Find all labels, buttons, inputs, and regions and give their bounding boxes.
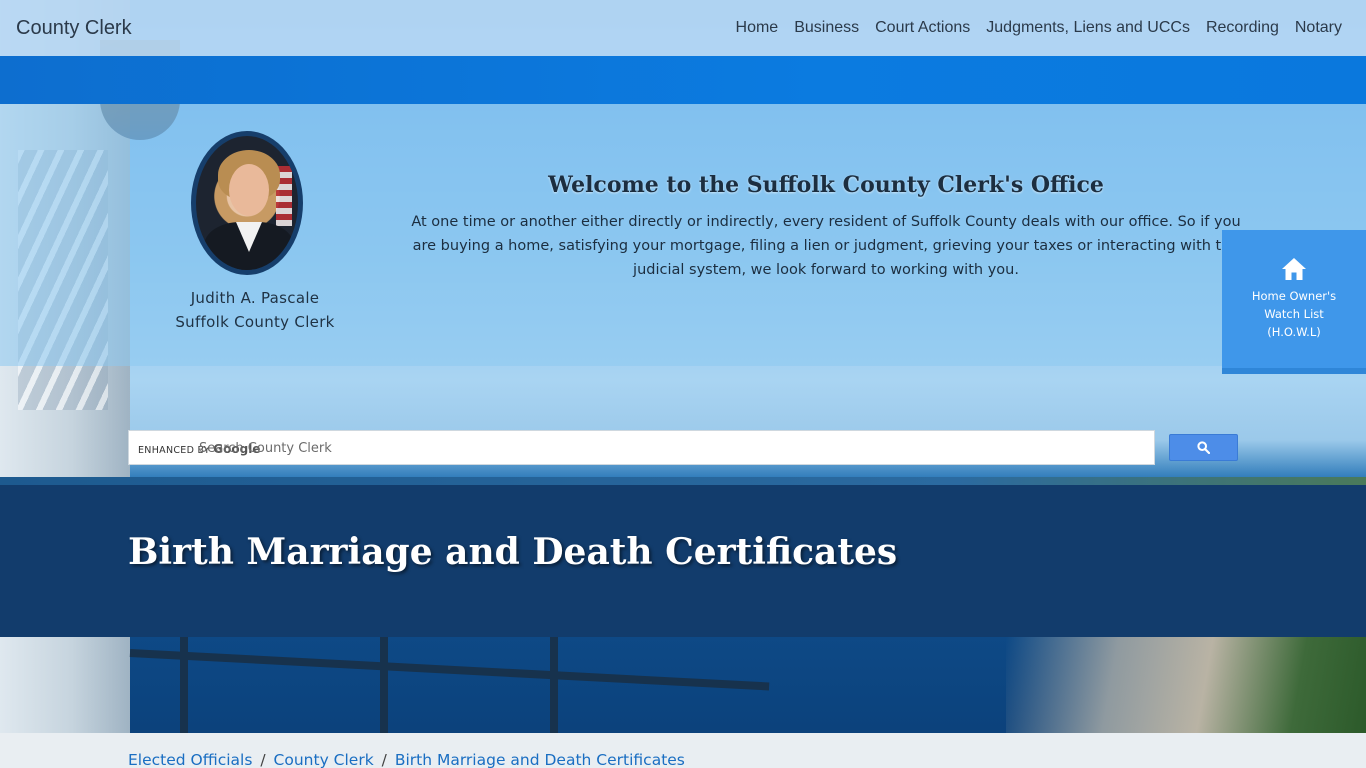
header-band bbox=[0, 56, 1366, 104]
howl-line-2: Watch List bbox=[1264, 307, 1324, 321]
breadcrumb-separator: / bbox=[260, 751, 266, 768]
welcome-title: Welcome to the Suffolk County Clerk's Of… bbox=[548, 172, 1104, 198]
welcome-text: At one time or another either directly o… bbox=[411, 214, 1241, 278]
page-title: Birth Marriage and Death Certificates bbox=[128, 531, 898, 573]
search-input[interactable] bbox=[199, 437, 1139, 459]
page-title-band: Birth Marriage and Death Certificates bbox=[0, 485, 1366, 637]
home-icon bbox=[1282, 258, 1306, 280]
top-navbar: County Clerk Home Business Court Actions… bbox=[0, 0, 1366, 56]
nav-item-recording[interactable]: Recording bbox=[1206, 19, 1279, 37]
breadcrumb-band: Elected Officials / County Clerk / Birth… bbox=[0, 733, 1366, 768]
horizon-strip bbox=[0, 477, 1366, 485]
breadcrumb-elected-officials[interactable]: Elected Officials bbox=[128, 751, 252, 768]
clerk-name: Judith A. Pascale bbox=[190, 289, 320, 307]
clerk-portrait bbox=[191, 131, 303, 275]
beach-image bbox=[1006, 637, 1366, 733]
howl-line-3: (H.O.W.L) bbox=[1267, 325, 1321, 339]
nav-item-notary[interactable]: Notary bbox=[1295, 19, 1342, 37]
search-box: ENHANCED BY Google bbox=[128, 430, 1155, 465]
breadcrumb-current-page[interactable]: Birth Marriage and Death Certificates bbox=[395, 751, 685, 768]
howl-tile-button[interactable]: Home Owner's Watch List (H.O.W.L) bbox=[1222, 230, 1366, 374]
nav-item-home[interactable]: Home bbox=[736, 19, 779, 37]
clerk-title: Suffolk County Clerk bbox=[175, 313, 335, 331]
nav-item-judgments[interactable]: Judgments, Liens and UCCs bbox=[986, 19, 1190, 37]
breadcrumb-county-clerk[interactable]: County Clerk bbox=[274, 751, 374, 768]
main-nav: Home Business Court Actions Judgments, L… bbox=[736, 19, 1342, 37]
railing-image bbox=[129, 637, 830, 733]
brand-link[interactable]: County Clerk bbox=[16, 17, 132, 40]
search-icon bbox=[1197, 441, 1210, 454]
welcome-panel: Judith A. Pascale Suffolk County Clerk W… bbox=[0, 104, 1366, 366]
breadcrumb: Elected Officials / County Clerk / Birth… bbox=[128, 751, 685, 768]
howl-line-1: Home Owner's bbox=[1251, 289, 1337, 303]
nav-item-court-actions[interactable]: Court Actions bbox=[875, 19, 970, 37]
nav-item-business[interactable]: Business bbox=[794, 19, 859, 37]
search-button[interactable] bbox=[1169, 434, 1238, 461]
breadcrumb-separator: / bbox=[381, 751, 387, 768]
